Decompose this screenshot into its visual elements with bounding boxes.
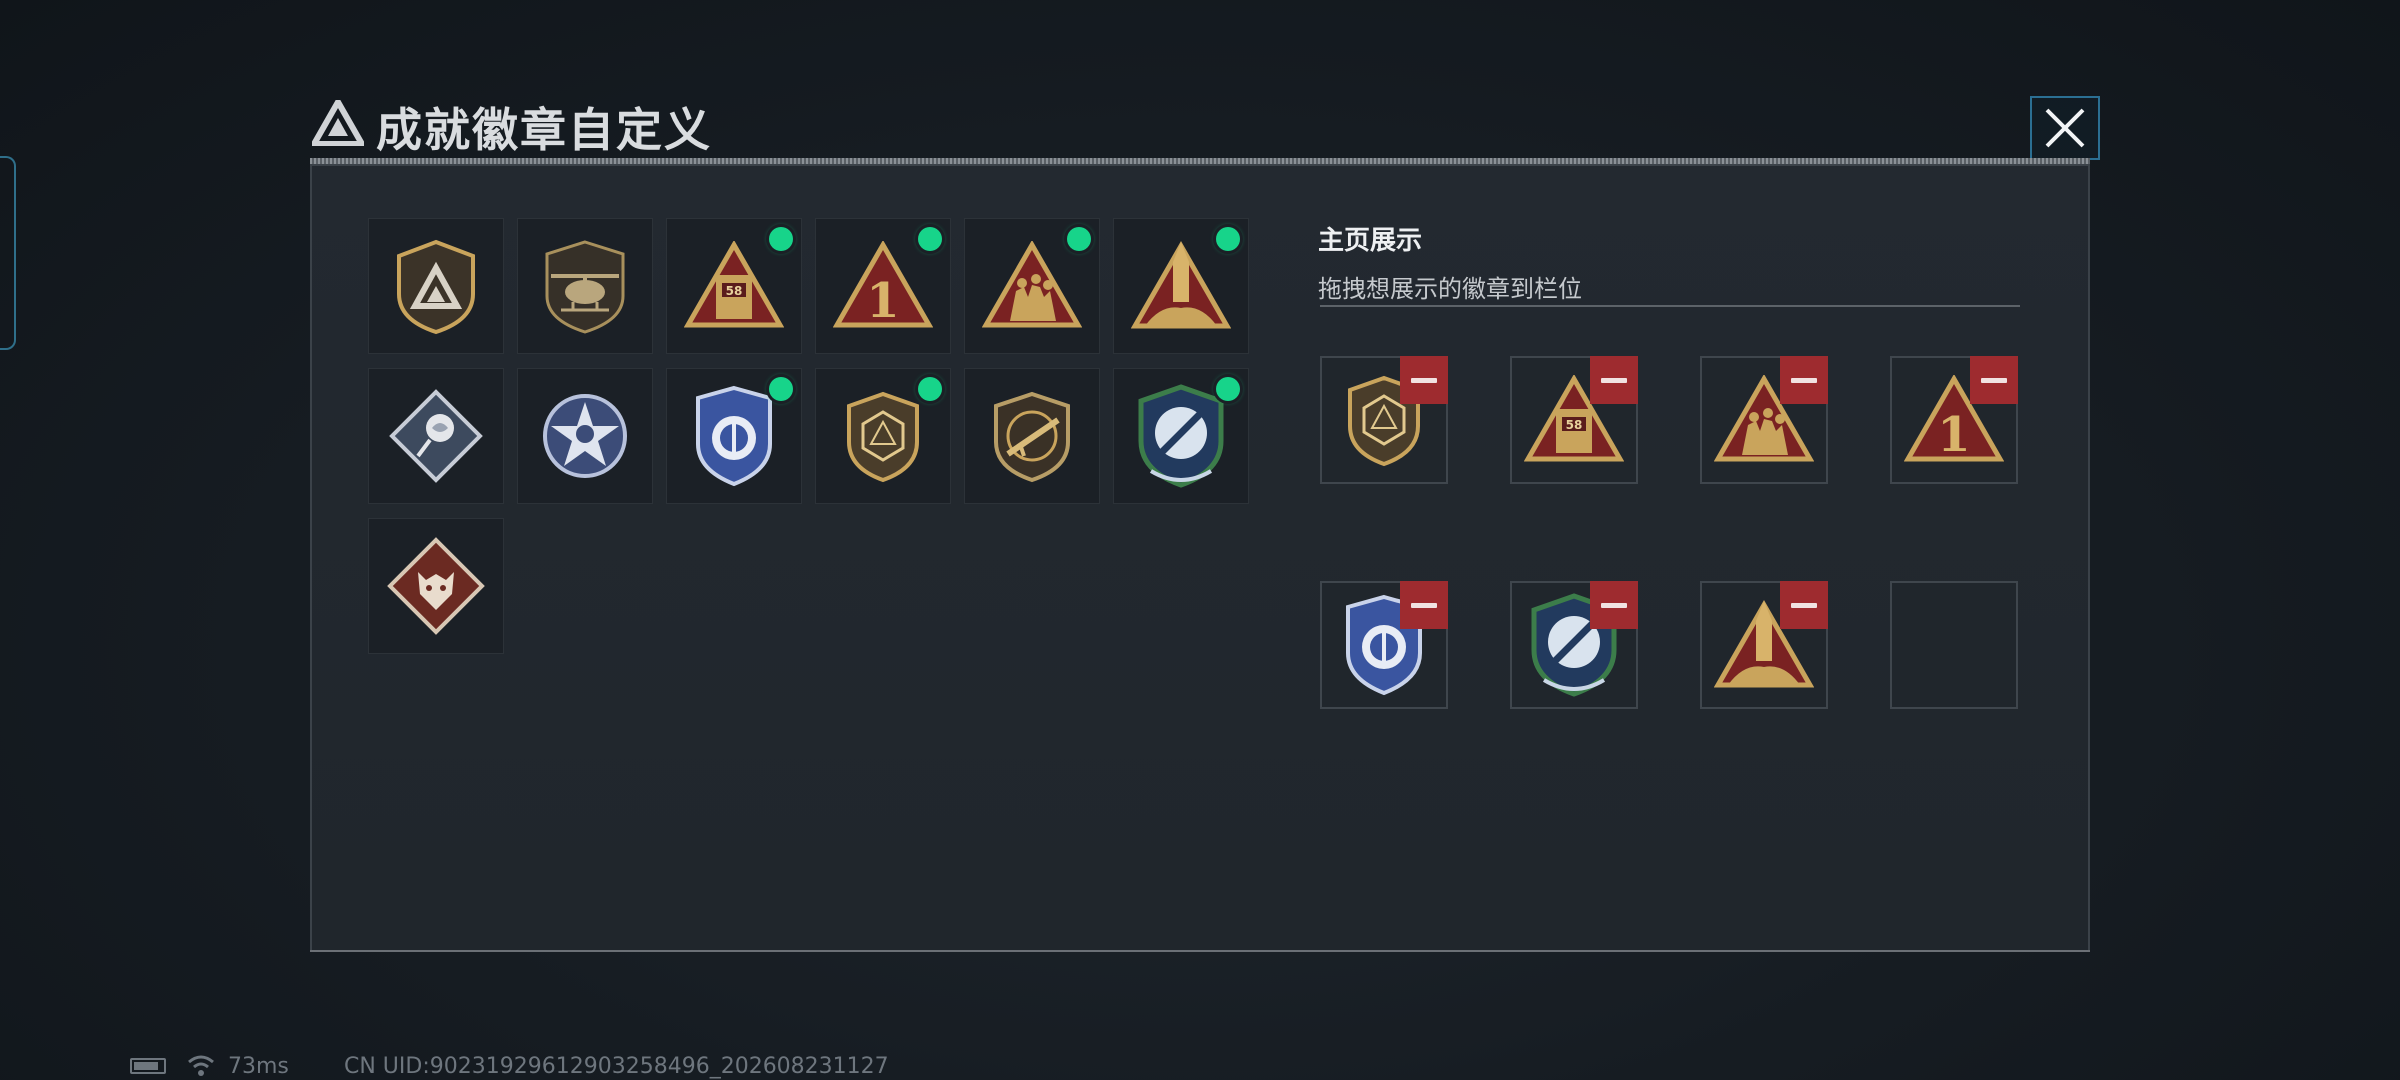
remove-badge-button[interactable] — [1590, 581, 1638, 629]
new-indicator-dot — [1216, 377, 1240, 401]
dialog-title-bar: 成就徽章自定义 — [298, 90, 2098, 158]
badge-cell[interactable] — [666, 368, 802, 504]
showcase-slot[interactable]: 1 — [1890, 356, 2018, 484]
left-side-tab[interactable] — [0, 156, 16, 350]
showcase-slot-empty[interactable] — [1890, 581, 2018, 709]
panel-top-border — [310, 158, 2090, 164]
minus-icon — [1411, 377, 1437, 383]
badge-inventory-grid: 58 1 — [368, 218, 1249, 654]
badge-cell[interactable]: 58 — [666, 218, 802, 354]
showcase-slot[interactable] — [1510, 581, 1638, 709]
badge-cell[interactable] — [964, 368, 1100, 504]
minus-icon — [1791, 602, 1817, 608]
minus-icon — [1791, 377, 1817, 383]
triangle-rocket-icon — [1131, 240, 1231, 329]
new-indicator-dot — [769, 377, 793, 401]
showcase-slot[interactable] — [1700, 356, 1828, 484]
remove-badge-button[interactable] — [1590, 356, 1638, 404]
minus-icon — [1411, 602, 1437, 608]
svg-text:1: 1 — [1937, 407, 1970, 463]
showcase-slot[interactable]: 58 — [1510, 356, 1638, 484]
triangle-number-1-icon: 1 — [833, 241, 933, 329]
close-button[interactable] — [2030, 96, 2100, 160]
badge-cell[interactable] — [964, 218, 1100, 354]
uid-text: CN UID:90231929612903258496_202608231127 — [344, 1054, 889, 1079]
badge-cell[interactable] — [517, 218, 653, 354]
new-indicator-dot — [1067, 227, 1091, 251]
badge-cell[interactable] — [517, 368, 653, 504]
svg-text:58: 58 — [1566, 418, 1583, 432]
panel-bottom-border — [310, 950, 2090, 952]
battery-icon — [130, 1058, 166, 1074]
showcase-slot[interactable] — [1320, 581, 1448, 709]
badge-cell[interactable] — [1113, 218, 1249, 354]
new-indicator-dot — [1216, 227, 1240, 251]
remove-badge-button[interactable] — [1400, 356, 1448, 404]
remove-badge-button[interactable] — [1780, 356, 1828, 404]
new-indicator-dot — [769, 227, 793, 251]
remove-badge-button[interactable] — [1780, 581, 1828, 629]
close-icon — [2045, 108, 2085, 148]
badge-cell[interactable] — [368, 518, 504, 654]
ping-text: 73ms — [228, 1054, 289, 1079]
missile-crest-icon — [1138, 384, 1224, 488]
remove-badge-button[interactable] — [1400, 581, 1448, 629]
badge-cell[interactable] — [368, 218, 504, 354]
new-indicator-dot — [918, 377, 942, 401]
showcase-divider — [1320, 305, 2020, 307]
badge-cell[interactable]: 1 — [815, 218, 951, 354]
shield-pyramid-icon — [397, 239, 475, 335]
diamond-rose-icon — [389, 389, 483, 483]
rifle-shield-icon — [994, 391, 1070, 483]
badge-cell[interactable] — [1113, 368, 1249, 504]
remove-badge-button[interactable] — [1970, 356, 2018, 404]
star-skull-icon — [543, 394, 627, 478]
badge-cell[interactable] — [815, 368, 951, 504]
showcase-subtitle: 拖拽想展示的徽章到栏位 — [1318, 275, 1582, 303]
minus-icon — [1601, 377, 1627, 383]
showcase-header: 主页展示 拖拽想展示的徽章到栏位 — [1318, 220, 2018, 304]
wolf-diamond-icon — [387, 537, 485, 635]
svg-text:58: 58 — [726, 284, 743, 298]
triangle-58-icon: 58 — [684, 241, 784, 328]
blue-police-badge-icon — [696, 385, 772, 487]
dialog-title: 成就徽章自定义 — [376, 103, 712, 157]
showcase-slot[interactable] — [1320, 356, 1448, 484]
showcase-slot[interactable] — [1700, 581, 1828, 709]
svg-text:1: 1 — [866, 273, 899, 329]
minus-icon — [1981, 377, 2007, 383]
delta-logo-icon — [312, 100, 364, 146]
wifi-icon — [188, 1055, 214, 1076]
showcase-slot-grid: 58 1 — [1320, 356, 2018, 709]
helicopter-shield-icon — [545, 240, 625, 334]
triangle-soldiers-icon — [982, 241, 1082, 328]
minus-icon — [1601, 602, 1627, 608]
d20-dice-shield-icon — [847, 391, 919, 483]
new-indicator-dot — [918, 227, 942, 251]
showcase-title: 主页展示 — [1318, 226, 1423, 256]
badge-cell[interactable] — [368, 368, 504, 504]
